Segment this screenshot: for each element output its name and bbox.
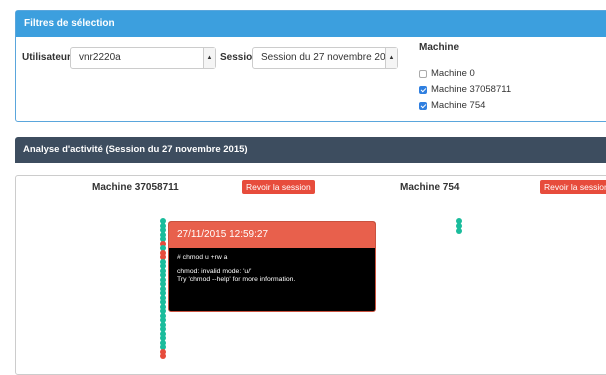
user-label: Utilisateur [22, 52, 71, 63]
machine-option-754[interactable]: Machine 754 [419, 100, 485, 111]
machine-checkbox-37058711[interactable] [419, 85, 427, 94]
replay-session-button-37058711[interactable]: Revoir la session [242, 180, 315, 194]
timeline-event-ok[interactable] [456, 228, 462, 234]
session-select[interactable]: Session du 27 novembre 2015 ▲ [252, 47, 398, 69]
console-line: # chmod u +rw a [177, 254, 228, 261]
filters-panel-title: Filtres de sélection [16, 11, 606, 37]
machine-checkbox-754[interactable] [419, 101, 427, 110]
machine-option-37058711[interactable]: Machine 37058711 [419, 84, 511, 95]
machine-option-label: Machine 37058711 [431, 84, 512, 95]
user-select-value: vnr2220a [79, 52, 121, 63]
machine-option-label: Machine 0 [431, 68, 475, 79]
console-line: Try 'chmod --help' for more information. [177, 276, 296, 284]
machine-checkbox-0[interactable] [419, 69, 427, 78]
console-line: chmod: invalid mode: 'u/' [177, 268, 252, 276]
timeline-event-error[interactable] [160, 353, 166, 359]
analysis-panel-title: Analyse d'activité (Session du 27 novemb… [15, 137, 606, 163]
user-select-arrow-icon: ▲ [203, 48, 215, 68]
event-popup-timestamp: 27/11/2015 12:59:27 [169, 222, 375, 248]
event-popup: 27/11/2015 12:59:27 # chmod u +rw a chmo… [168, 221, 376, 312]
user-select[interactable]: vnr2220a ▲ [70, 47, 216, 69]
session-select-arrow-icon: ▲ [385, 48, 397, 68]
session-select-value: Session du 27 novembre 2015 [261, 52, 397, 63]
column-title-machine-754: Machine 754 [400, 182, 460, 193]
replay-session-button-754[interactable]: Revoir la session [540, 180, 606, 194]
machine-option-label: Machine 754 [431, 100, 486, 111]
machine-label: Machine [419, 42, 460, 53]
machine-option-0[interactable]: Machine 0 [419, 68, 475, 79]
column-title-machine-37058711: Machine 37058711 [92, 182, 179, 193]
event-popup-console: # chmod u +rw a chmod: invalid mode: 'u/… [169, 248, 375, 285]
